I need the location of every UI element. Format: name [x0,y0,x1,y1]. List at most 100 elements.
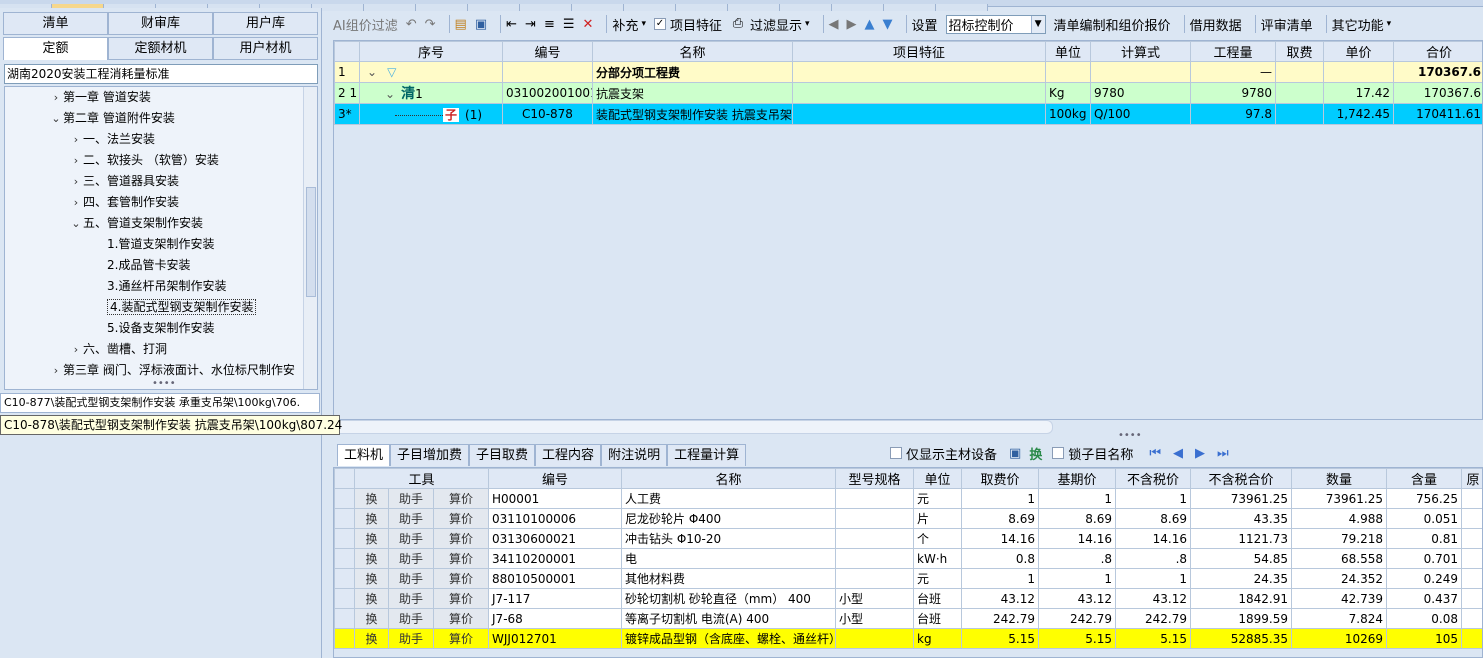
content-cell[interactable]: 0.437 [1386,588,1463,609]
extra-cell[interactable] [1461,488,1482,509]
calc-price-button[interactable]: 算价 [432,568,490,589]
name-cell[interactable]: 冲击钻头 Φ10-20 [621,528,837,549]
item-feature-checkbox[interactable]: ✓ 项目特征 [653,15,722,34]
swap-button[interactable]: 换 [354,568,389,589]
code-cell[interactable]: 88010500001 [488,568,623,589]
tab-user-material[interactable]: 用户材机 [213,37,318,60]
table-row-selected[interactable]: 3* 子 (1) C10-878 装配式型钢支架制作安装 抗震支吊架 100kg … [334,103,1482,125]
monitor-icon[interactable]: ▣ [1009,446,1021,461]
qty-cell[interactable]: 7.824 [1291,608,1388,629]
export-icon[interactable]: ▤ [455,17,467,32]
splitter-grip[interactable]: •••• [152,378,176,389]
formula-cell[interactable]: Q/100 [1090,103,1191,125]
bill-edit-button[interactable]: 清单编制和组价报价 [1054,15,1171,34]
tree-cell[interactable]: ⌄ 清1 [359,82,503,104]
chevron-right-icon[interactable]: › [69,130,83,150]
extra-cell[interactable] [1461,588,1482,609]
table-row-highlighted[interactable]: 换助手 算价 WJJ012701 镀锌成品型钢（含底座、螺栓、通丝杆） kg 5.15 5.… [334,628,1482,649]
extra-cell[interactable] [1461,628,1482,649]
other-functions-button[interactable]: 其它功能 ▾ [1332,15,1392,34]
fee-price-cell[interactable]: 43.12 [961,588,1040,609]
code-cell[interactable]: WJJ012701 [488,628,623,649]
tree-leaf-selected[interactable]: 4.装配式型钢支架制作安装 [107,297,257,317]
total-cell[interactable]: 170411.61 [1393,103,1482,125]
qty-cell[interactable]: 73961.25 [1291,488,1388,509]
header-cell[interactable]: 不含税价 [1115,468,1192,489]
tree-node[interactable]: › 二、软接头 （软管）安装 [69,150,219,170]
notax-cell[interactable]: 14.16 [1115,528,1192,549]
checkbox-checked-icon[interactable]: ✓ [653,18,666,30]
notax-total-cell[interactable]: 24.35 [1190,568,1293,589]
last-page-icon[interactable]: ⏭ [1217,446,1229,461]
ai-filter-button[interactable]: AI组价过滤 [333,15,398,34]
tree-node[interactable]: › 三、管道器具安装 [69,171,179,191]
tree-node[interactable]: › 第三章 阀门、浮标液面计、水位标尺制作安 [49,360,295,380]
row-selector[interactable] [334,488,355,509]
list-icon[interactable]: ☰ [563,17,575,32]
chevron-right-icon[interactable]: › [69,172,83,192]
redo-icon[interactable]: ↷ [425,17,436,32]
base-price-cell[interactable]: 14.16 [1038,528,1117,549]
notax-total-cell[interactable]: 73961.25 [1190,488,1293,509]
chevron-right-icon[interactable]: › [69,340,83,360]
top-tab[interactable] [520,4,572,11]
calc-price-button[interactable]: 算价 [432,628,490,649]
fee-price-cell[interactable]: 1 [961,488,1040,509]
price-cell[interactable]: 17.42 [1323,82,1394,104]
swap-button[interactable]: 换 [354,548,389,569]
fee-price-cell[interactable]: 8.69 [961,508,1040,529]
calc-price-button[interactable]: 算价 [432,548,490,569]
prev-icon[interactable]: ◀ [1173,446,1183,461]
top-tab[interactable] [728,4,780,11]
notax-cell[interactable]: 43.12 [1115,588,1192,609]
header-cell[interactable]: 含量 [1386,468,1463,489]
tree-node[interactable]: › 六、凿槽、打洞 [69,339,167,359]
unit-cell[interactable]: 片 [913,508,963,529]
filter-display-button[interactable]: ⎙ 过滤显示 ▾ [730,15,810,34]
extra-cell[interactable] [1461,508,1482,529]
header-cell[interactable]: 单位 [913,468,963,489]
qty-cell[interactable]: 9780 [1190,82,1276,104]
helper-button[interactable]: 助手 [388,508,434,529]
header-cell[interactable]: 基期价 [1038,468,1117,489]
notax-total-cell[interactable]: 1899.59 [1190,608,1293,629]
fee-price-cell[interactable]: 242.79 [961,608,1040,629]
fee-cell[interactable] [1275,61,1324,83]
content-cell[interactable]: 756.25 [1386,488,1463,509]
tree-leaf[interactable]: 1.管道支架制作安装 [107,234,214,254]
helper-button[interactable]: 助手 [388,628,434,649]
notax-cell[interactable]: 242.79 [1115,608,1192,629]
lock-name-checkbox[interactable] [1052,447,1065,459]
unit-cell[interactable]: 个 [913,528,963,549]
helper-button[interactable]: 助手 [388,488,434,509]
table-row[interactable]: 换助手 算价 03130600021 冲击钻头 Φ10-20 个 14.16 14.16 14… [334,528,1482,549]
extra-cell[interactable] [1461,568,1482,589]
content-cell[interactable]: 0.249 [1386,568,1463,589]
qty-cell[interactable]: 97.8 [1190,103,1276,125]
helper-button[interactable]: 助手 [388,568,434,589]
tab-finance[interactable]: 财审库 [108,12,213,35]
calc-price-button[interactable]: 算价 [432,528,490,549]
unit-cell[interactable]: 台班 [913,588,963,609]
tree-leaf[interactable]: 5.设备支架制作安装 [107,318,214,338]
notax-cell[interactable]: .8 [1115,548,1192,569]
unit-cell[interactable]: 100kg [1045,103,1091,125]
name-cell[interactable]: 分部分项工程费 [592,61,793,83]
fee-cell[interactable] [1275,82,1324,104]
extra-cell[interactable] [1461,608,1482,629]
settings-button[interactable]: 设置 [912,15,938,34]
name-cell[interactable]: 等离子切割机 电流(A) 400 [621,608,837,629]
chevron-down-icon[interactable]: ⌄ [367,65,377,79]
row-selector[interactable] [334,548,355,569]
undo-icon[interactable]: ↶ [406,17,417,32]
chevron-right-icon[interactable]: › [69,151,83,171]
fee-price-cell[interactable]: 1 [961,568,1040,589]
tree-cell[interactable]: ⌄ ▽ [359,61,503,83]
spec-cell[interactable]: 小型 [835,588,915,609]
row-selector[interactable] [334,608,355,629]
content-cell[interactable]: 0.81 [1386,528,1463,549]
notax-total-cell[interactable]: 54.85 [1190,548,1293,569]
table-row[interactable]: 换助手 算价 34110200001 电 kW·h 0.8.8.8 54.85 68.558 0… [334,548,1482,569]
tree-node[interactable]: ⌄ 五、管道支架制作安装 [69,213,203,233]
unit-cell[interactable] [1045,61,1091,83]
